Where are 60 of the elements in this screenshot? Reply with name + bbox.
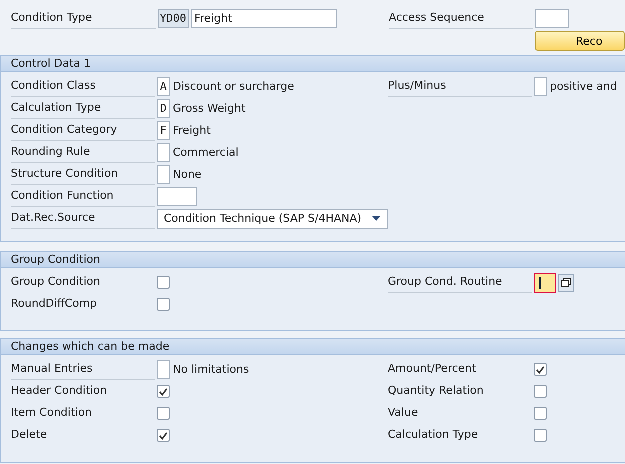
records-button[interactable]: Reco bbox=[535, 31, 625, 51]
field-label: RoundDiffComp bbox=[11, 296, 98, 312]
code-field[interactable]: A bbox=[157, 77, 170, 96]
code-field[interactable]: F bbox=[157, 121, 170, 140]
field-label: Group Cond. Routine bbox=[388, 272, 532, 293]
field-label: Delete bbox=[11, 427, 48, 443]
value-help-button[interactable] bbox=[558, 274, 574, 292]
field-label: Calculation Type bbox=[388, 427, 480, 443]
field-label: Access Sequence bbox=[389, 8, 533, 29]
dropdown-field[interactable]: Condition Technique (SAP S/4HANA) bbox=[157, 208, 388, 228]
input-field[interactable] bbox=[157, 187, 197, 206]
code-field[interactable] bbox=[157, 360, 170, 379]
checkbox[interactable] bbox=[534, 363, 547, 376]
field-label: Condition Function bbox=[11, 186, 155, 207]
input-field[interactable] bbox=[534, 272, 556, 292]
field-label: Condition Type bbox=[11, 8, 156, 29]
section-title: Group Condition bbox=[1, 252, 625, 268]
field-description: positive and bbox=[549, 78, 618, 94]
section-title: Control Data 1 bbox=[1, 56, 625, 72]
dropdown-arrow-icon bbox=[372, 216, 381, 221]
field-description: Discount or surcharge bbox=[172, 78, 294, 94]
checkbox[interactable] bbox=[157, 385, 170, 398]
field-label: Group Condition bbox=[11, 274, 102, 290]
field-description: No limitations bbox=[172, 362, 250, 378]
checkbox[interactable] bbox=[534, 429, 547, 442]
field-description: None bbox=[172, 166, 202, 182]
code-field[interactable] bbox=[534, 77, 547, 96]
field-label: Rounding Rule bbox=[11, 142, 155, 163]
description-field[interactable]: Freight bbox=[190, 9, 336, 28]
field-label: Value bbox=[388, 405, 420, 421]
checkmark-icon bbox=[536, 366, 545, 374]
checkmark-icon bbox=[159, 432, 168, 440]
field-label: Plus/Minus bbox=[388, 76, 532, 97]
field-label: Condition Class bbox=[11, 76, 155, 97]
field-label: Amount/Percent bbox=[388, 361, 478, 377]
code-field[interactable]: D bbox=[157, 99, 170, 118]
overlapping-windows-icon bbox=[560, 278, 572, 288]
code-field[interactable] bbox=[157, 165, 170, 184]
field-label: Calculation Type bbox=[11, 98, 155, 119]
input-field[interactable] bbox=[535, 9, 569, 28]
field-label: Dat.Rec.Source bbox=[11, 208, 155, 229]
code-field: YD00 bbox=[158, 9, 188, 28]
checkbox[interactable] bbox=[157, 407, 170, 420]
field-label: Structure Condition bbox=[11, 164, 155, 185]
checkmark-icon bbox=[159, 388, 168, 396]
field-label: Header Condition bbox=[11, 383, 108, 399]
checkbox[interactable] bbox=[157, 429, 170, 442]
code-field[interactable] bbox=[157, 143, 170, 162]
section-title: Changes which can be made bbox=[1, 339, 625, 355]
field-label: Condition Category bbox=[11, 120, 155, 141]
checkbox[interactable] bbox=[157, 276, 170, 289]
field-label: Item Condition bbox=[11, 405, 94, 421]
checkbox[interactable] bbox=[157, 298, 170, 311]
field-description: Freight bbox=[172, 122, 211, 138]
field-description: Commercial bbox=[172, 144, 239, 160]
checkbox[interactable] bbox=[534, 407, 547, 420]
field-description: Gross Weight bbox=[172, 100, 246, 116]
field-label: Quantity Relation bbox=[388, 383, 485, 399]
field-label: Manual Entries bbox=[11, 359, 155, 380]
checkbox[interactable] bbox=[534, 385, 547, 398]
